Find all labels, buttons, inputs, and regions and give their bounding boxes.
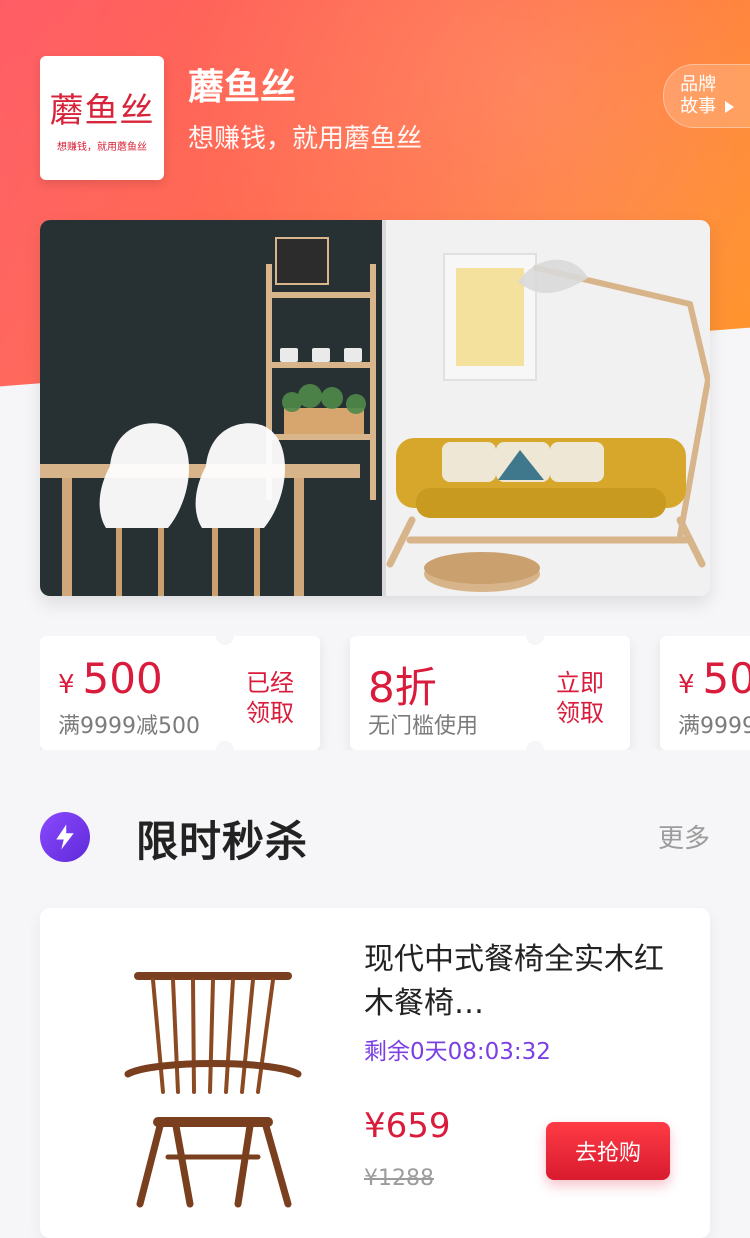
more-link[interactable]: 更多: [658, 818, 710, 855]
brand-story-label-line2: 故事: [680, 96, 734, 118]
coupon-currency: ¥: [678, 670, 695, 700]
flash-sale-product-card[interactable]: 现代中式餐椅全实木红木餐椅… 剩余0天08:03:32 ¥659 ¥1288 去…: [40, 908, 710, 1238]
logo-subtext: 想赚钱，就用蘑鱼丝: [57, 142, 147, 153]
lightning-icon: [40, 812, 90, 862]
buy-now-button[interactable]: 去抢购: [546, 1122, 670, 1180]
coupon-condition: 满9999: [678, 714, 750, 739]
hero-banner[interactable]: [40, 220, 710, 596]
coupon-status-line2: 领取: [246, 699, 294, 727]
banner-illustration: [40, 220, 710, 596]
coupon-row: ¥500 满9999减500 已经 领取 8折 无门槛使用 立即 领取 ¥50 …: [40, 636, 750, 750]
brand-story-label-line2-text: 故事: [680, 96, 717, 117]
coupon-card-2[interactable]: 8折 无门槛使用 立即 领取: [350, 636, 630, 750]
brand-name: 蘑鱼丝: [188, 67, 297, 108]
logo-text: 蘑鱼丝: [49, 91, 155, 131]
flash-sale-title: 限时秒杀: [136, 817, 309, 866]
brand-story-label-line1: 品牌: [680, 74, 717, 95]
claim-button-line1: 立即: [556, 669, 604, 697]
coupon-amount-value: 50: [702, 654, 750, 703]
play-arrow-icon: [724, 101, 734, 113]
lightning-icon-svg: [56, 824, 74, 850]
brand-slogan: 想赚钱，就用蘑鱼丝: [188, 124, 423, 154]
coupon-amount: ¥50: [678, 654, 750, 703]
countdown-timer: 剩余0天08:03:32: [364, 1039, 551, 1065]
coupon-condition: 无门槛使用: [368, 714, 479, 739]
coupon-condition: 满9999减500: [58, 714, 200, 739]
coupon-currency: ¥: [58, 670, 75, 700]
product-title[interactable]: 现代中式餐椅全实木红木餐椅…: [364, 938, 674, 1026]
coupon-amount: ¥500: [58, 654, 163, 703]
coupon-amount-value: 500: [82, 654, 163, 703]
original-price: ¥1288: [364, 1166, 434, 1191]
coupon-status-line1: 已经: [246, 669, 294, 697]
coupon-amount: 8折: [368, 654, 437, 715]
chair-image: [124, 972, 302, 1208]
coupon-card-3[interactable]: ¥50 满9999: [660, 636, 750, 750]
claim-button-line2: 领取: [556, 699, 604, 727]
flash-sale-header: 限时秒杀 更多: [40, 808, 710, 866]
brand-story-button[interactable]: 品牌 故事: [663, 64, 750, 128]
brand-logo[interactable]: 蘑鱼丝 想赚钱，就用蘑鱼丝: [40, 56, 164, 180]
coupon-amount-value: 8折: [368, 663, 437, 712]
sale-price: ¥659: [364, 1106, 451, 1146]
product-image[interactable]: [98, 942, 328, 1212]
coupon-card-1[interactable]: ¥500 满9999减500 已经 领取: [40, 636, 320, 750]
claim-button[interactable]: 立即 领取: [556, 668, 610, 728]
coupon-status[interactable]: 已经 领取: [246, 668, 300, 728]
